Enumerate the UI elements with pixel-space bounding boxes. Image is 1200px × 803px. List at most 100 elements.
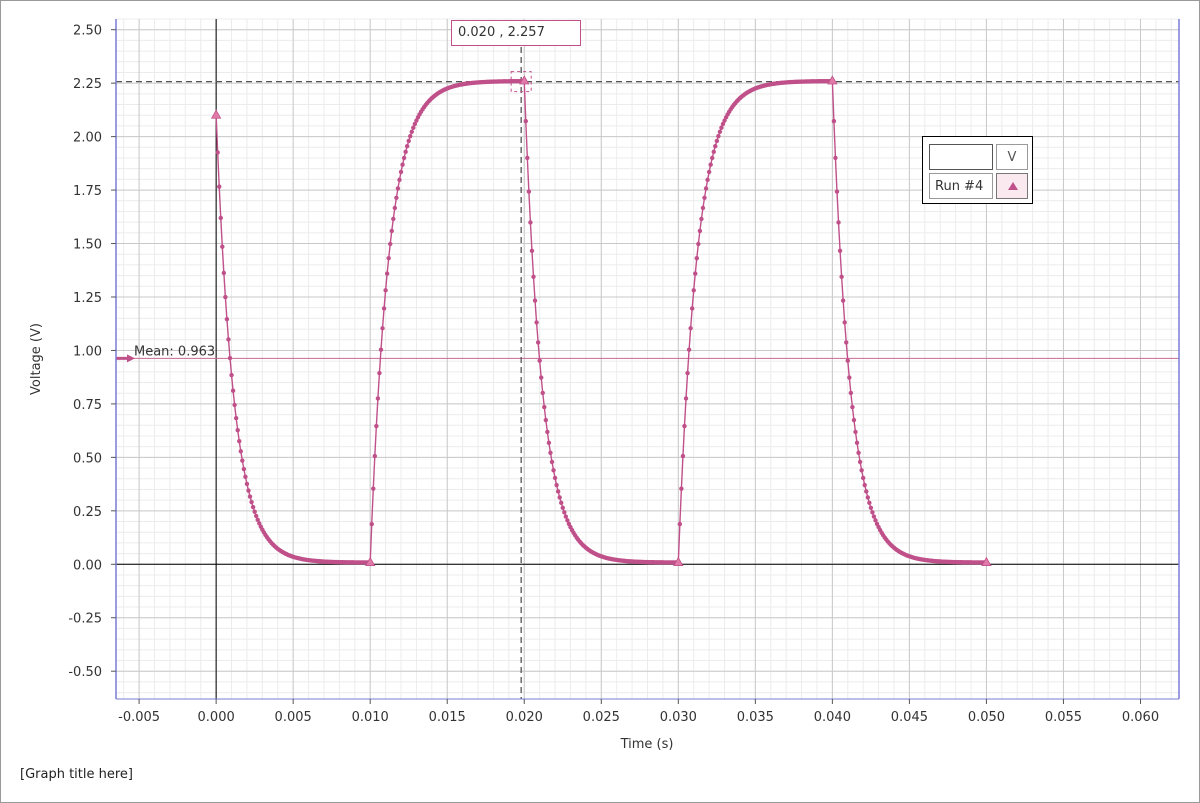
data-point xyxy=(831,118,837,124)
data-point xyxy=(529,248,535,254)
data-point xyxy=(404,143,410,149)
x-tick-label: 0.040 xyxy=(814,710,851,725)
data-point xyxy=(703,186,709,191)
data-point xyxy=(235,427,240,433)
data-point xyxy=(691,288,696,293)
chart-canvas[interactable]: -0.005 0.000 0.005 0.010 0.015 0.020 0.025 0.03… xyxy=(0,0,1200,803)
data-point xyxy=(383,288,388,293)
data-point xyxy=(552,475,558,481)
y-tick-label: 1.50 xyxy=(73,238,102,253)
legend: V Run #4 xyxy=(922,136,1033,204)
readout-separator: , xyxy=(495,25,508,40)
data-point xyxy=(857,459,863,465)
data-point xyxy=(680,453,686,459)
x-tick-label: 0.030 xyxy=(660,710,697,725)
y-tick-label: 2.25 xyxy=(73,77,102,92)
x-tick-label: 0.005 xyxy=(275,710,312,725)
x-tick-labels: -0.005 0.000 0.005 0.010 0.015 0.020 0.025 0.03… xyxy=(118,699,1159,725)
data-point xyxy=(710,155,715,161)
data-point xyxy=(525,155,530,161)
y-axis-label: Voltage (V) xyxy=(29,323,44,395)
data-point xyxy=(685,370,690,376)
triangle-up-icon xyxy=(1008,182,1018,190)
data-point xyxy=(246,488,251,493)
data-point xyxy=(381,306,387,311)
data-point xyxy=(389,228,394,234)
data-point xyxy=(697,228,703,234)
data-point xyxy=(836,220,841,225)
y-tick-label: 0.75 xyxy=(73,398,102,413)
legend-marker-button[interactable] xyxy=(996,173,1028,199)
data-point xyxy=(540,390,545,396)
data-point xyxy=(844,340,849,345)
y-tick-label: -0.25 xyxy=(68,612,102,627)
data-point xyxy=(232,402,237,408)
data-point xyxy=(554,482,559,488)
data-point xyxy=(217,184,222,189)
data-point xyxy=(227,355,233,361)
data-point xyxy=(545,429,550,435)
data-point xyxy=(860,475,866,481)
data-point xyxy=(856,450,861,455)
data-point xyxy=(395,186,401,191)
data-point xyxy=(699,216,704,222)
data-point xyxy=(532,298,538,303)
data-point xyxy=(223,294,228,300)
data-point xyxy=(531,274,536,279)
data-point xyxy=(702,195,707,201)
data-point xyxy=(563,514,569,519)
data-point xyxy=(677,521,683,527)
data-point xyxy=(711,149,716,155)
data-point xyxy=(229,372,234,378)
data-point xyxy=(705,177,710,183)
data-point xyxy=(233,415,239,421)
data-point xyxy=(543,417,549,423)
mean-label: Mean: 0.963 xyxy=(134,344,215,359)
legend-run-label: Run #4 xyxy=(929,173,993,199)
data-point xyxy=(870,510,875,515)
x-tick-label: 0.025 xyxy=(583,710,620,725)
legend-name-field[interactable] xyxy=(929,144,993,170)
data-point xyxy=(854,440,860,445)
data-point xyxy=(694,255,699,261)
data-point xyxy=(689,306,695,311)
data-point xyxy=(408,133,413,139)
x-axis-label: Time (s) xyxy=(620,737,674,752)
data-point xyxy=(847,375,852,380)
data-point xyxy=(221,270,227,276)
data-point xyxy=(862,482,867,488)
x-tick-label: 0.050 xyxy=(968,710,1005,725)
data-point xyxy=(865,495,871,500)
data-point xyxy=(220,244,225,249)
data-point xyxy=(679,486,684,491)
data-point xyxy=(548,450,553,455)
data-point xyxy=(237,438,242,444)
legend-unit-button[interactable]: V xyxy=(996,144,1028,170)
data-point xyxy=(230,388,236,393)
data-point xyxy=(833,155,838,161)
data-point xyxy=(409,129,414,134)
data-point xyxy=(696,241,701,247)
data-point xyxy=(555,489,561,494)
data-point xyxy=(377,370,382,376)
cursor-readout: 0.020 , 2.257 xyxy=(451,20,581,46)
data-point xyxy=(837,248,843,254)
y-tick-label: 2.50 xyxy=(73,24,102,39)
data-point xyxy=(372,453,378,459)
data-point xyxy=(859,468,864,473)
graph-title[interactable]: [Graph title here] xyxy=(20,767,133,782)
data-point xyxy=(848,390,854,396)
data-point xyxy=(224,316,230,322)
data-point xyxy=(250,504,256,510)
data-point xyxy=(539,375,544,380)
data-point xyxy=(867,500,872,506)
data-point xyxy=(394,195,399,201)
data-point xyxy=(403,149,408,155)
x-tick-label: 0.045 xyxy=(891,710,928,725)
y-tick-label: 1.75 xyxy=(73,184,102,199)
data-point xyxy=(682,423,687,429)
data-point xyxy=(850,404,855,410)
data-point xyxy=(218,215,223,221)
data-point xyxy=(526,189,532,194)
data-point xyxy=(560,505,565,511)
